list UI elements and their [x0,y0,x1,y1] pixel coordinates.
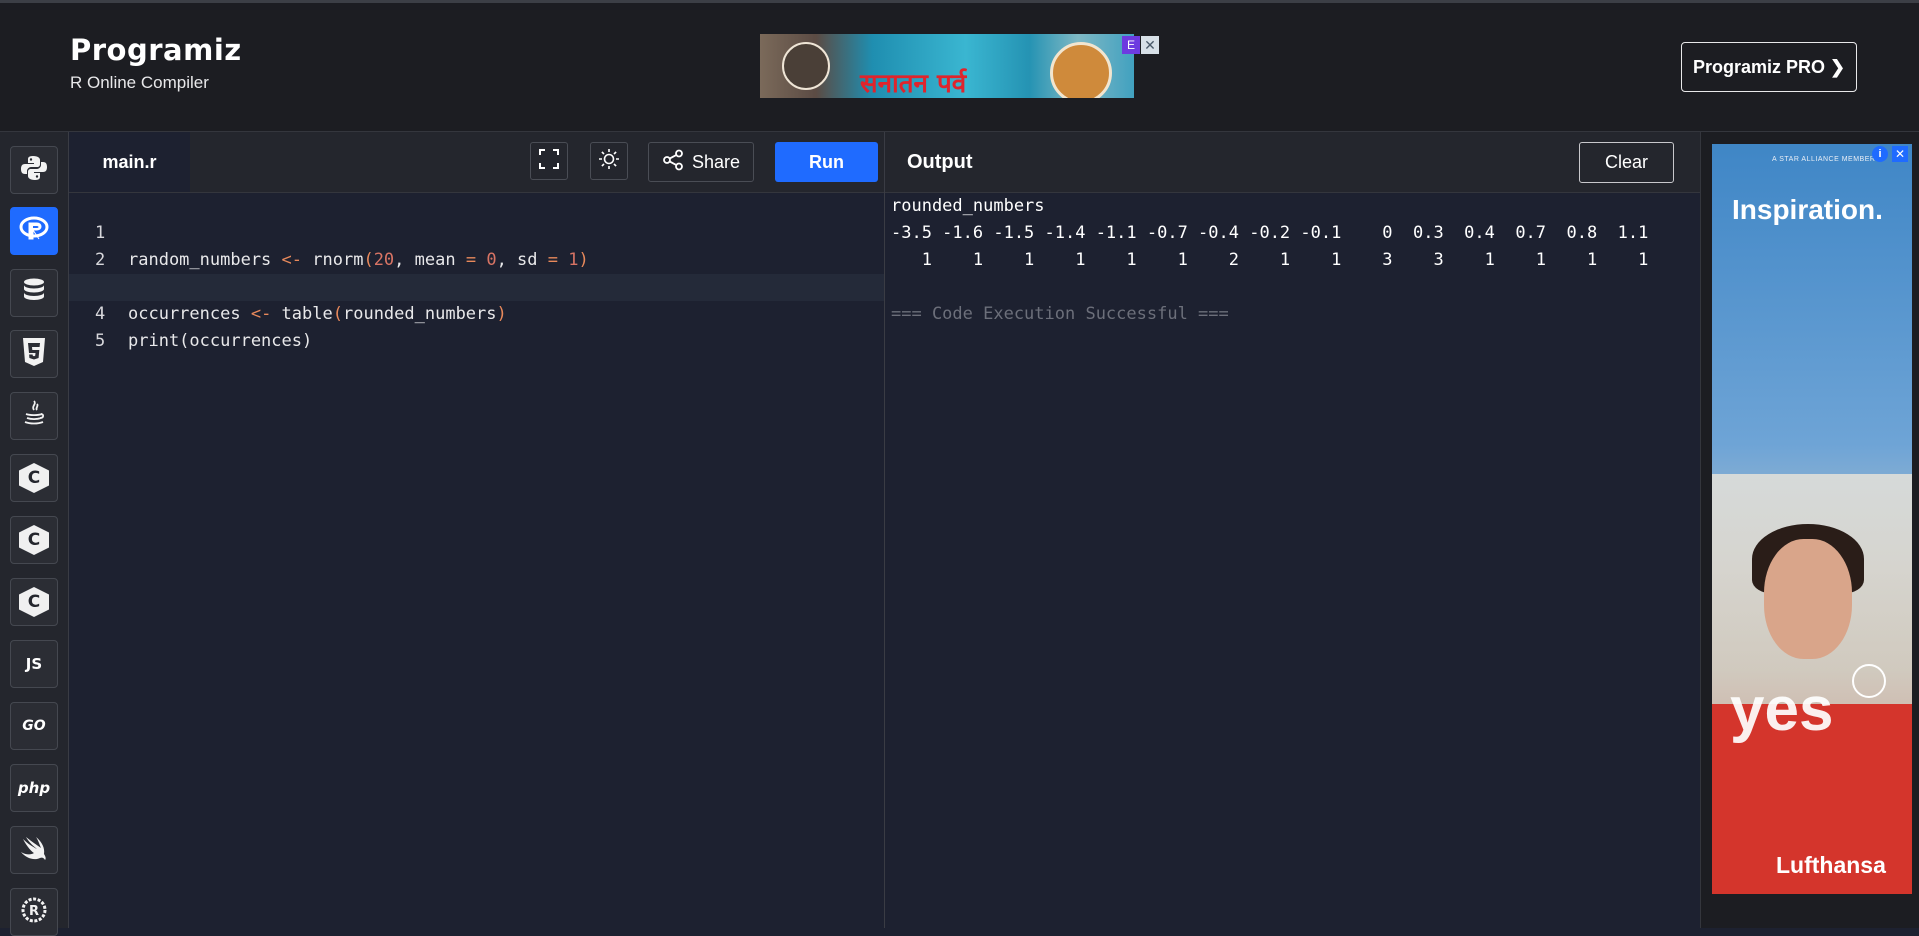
theme-toggle-button[interactable] [590,142,628,180]
run-button[interactable]: Run [775,142,878,182]
ad-close-icon[interactable]: ✕ [1892,146,1908,162]
clear-button[interactable]: Clear [1579,142,1674,183]
c-icon: C [19,463,49,493]
share-button[interactable]: Share [648,142,754,182]
output-console[interactable]: rounded_numbers -3.5 -1.6 -1.5 -1.4 -1.1… [885,193,1700,928]
sun-icon [598,148,620,175]
database-icon [22,277,46,310]
ad-circle-image [1050,42,1112,98]
sidebar-item-sql[interactable] [10,269,58,317]
go-icon: GO [22,718,46,734]
share-icon [662,149,684,176]
sidebar-item-c[interactable]: C [10,454,58,502]
ad-banner-text: सनातन पर्व [860,69,967,98]
lufthansa-crane-icon [1852,664,1886,698]
code-line-current[interactable]: 4 print(occurrences) [69,274,884,351]
editor-toolbar: main.r Share Run [69,132,884,193]
brand[interactable]: Programiz R Online Compiler [70,33,242,93]
code-text: print(occurrences) [128,328,312,355]
ad-seal-image [782,42,830,90]
html5-icon [21,337,47,372]
sidebar-item-php[interactable]: php [10,764,58,812]
python-icon [20,154,48,187]
r-icon [19,216,49,247]
sidebar-item-rust[interactable]: R [10,888,58,936]
code-line[interactable]: 3 occurrences <- table(rounded_numbers) [69,247,884,324]
line-number: 5 [95,331,106,351]
cpp-icon: C [19,525,49,555]
output-header: Output Clear [885,132,1700,193]
ad-model-face [1764,539,1852,659]
output-line: -3.5 -1.6 -1.5 -1.4 -1.1 -0.7 -0.4 -0.2 … [891,223,1649,243]
sidebar-item-javascript[interactable]: JS [10,640,58,688]
sidebar-item-cpp[interactable]: C [10,516,58,564]
fullscreen-button[interactable] [530,142,568,180]
sidebar-item-python[interactable] [10,146,58,194]
java-icon [21,399,47,434]
sidebar-item-java[interactable] [10,392,58,440]
ad-brand-name: Lufthansa [1776,852,1886,878]
programiz-pro-button[interactable]: Programiz PRO ❯ [1681,42,1857,92]
right-ad[interactable]: A STAR ALLIANCE MEMBER Inspiration. yes … [1712,144,1912,894]
ad-tagline: yes [1730,675,1834,744]
js-icon: JS [25,655,43,673]
code-line[interactable]: 2 rounded_numbers <- round(random_number… [69,220,884,297]
sidebar-item-r[interactable] [10,207,58,255]
code-token: print(occurrences) [128,331,313,351]
share-label: Share [691,151,741,172]
code-line[interactable]: 5 [69,301,884,351]
output-title: Output [907,151,973,173]
language-sidebar: C C C JS GO php R [0,132,69,936]
rust-icon: R [20,896,48,929]
ad-info-icon[interactable]: E [1122,36,1140,54]
tab-main-r[interactable]: main.r [69,132,190,192]
sidebar-item-html[interactable] [10,330,58,378]
fullscreen-icon [538,148,560,175]
rust-icon-label: R [29,904,39,919]
ad-headline: Inspiration. [1732,194,1883,225]
output-line: 1 1 1 1 1 1 2 1 1 3 3 1 1 1 1 [891,250,1649,270]
csharp-icon: C [19,587,49,617]
ad-info-icon[interactable]: i [1872,146,1888,162]
sidebar-item-csharp[interactable]: C [10,578,58,626]
php-icon: php [17,779,51,797]
swift-icon [20,835,48,866]
code-editor[interactable]: 1 random_numbers <- rnorm(20, mean = 0, … [69,193,884,928]
page-subtitle: R Online Compiler [70,73,209,92]
code-line[interactable]: 1 random_numbers <- rnorm(20, mean = 0, … [69,193,884,270]
sidebar-item-swift[interactable] [10,826,58,874]
ad-close-icon[interactable]: ✕ [1141,36,1159,54]
execution-status: === Code Execution Successful === [891,304,1229,324]
ad-star-alliance-text: A STAR ALLIANCE MEMBER [1772,156,1876,163]
sidebar-item-go[interactable]: GO [10,702,58,750]
programiz-logo[interactable]: Programiz [70,33,242,67]
top-ad-banner[interactable]: सनातन पर्व [760,34,1134,98]
output-line: rounded_numbers [891,196,1045,216]
